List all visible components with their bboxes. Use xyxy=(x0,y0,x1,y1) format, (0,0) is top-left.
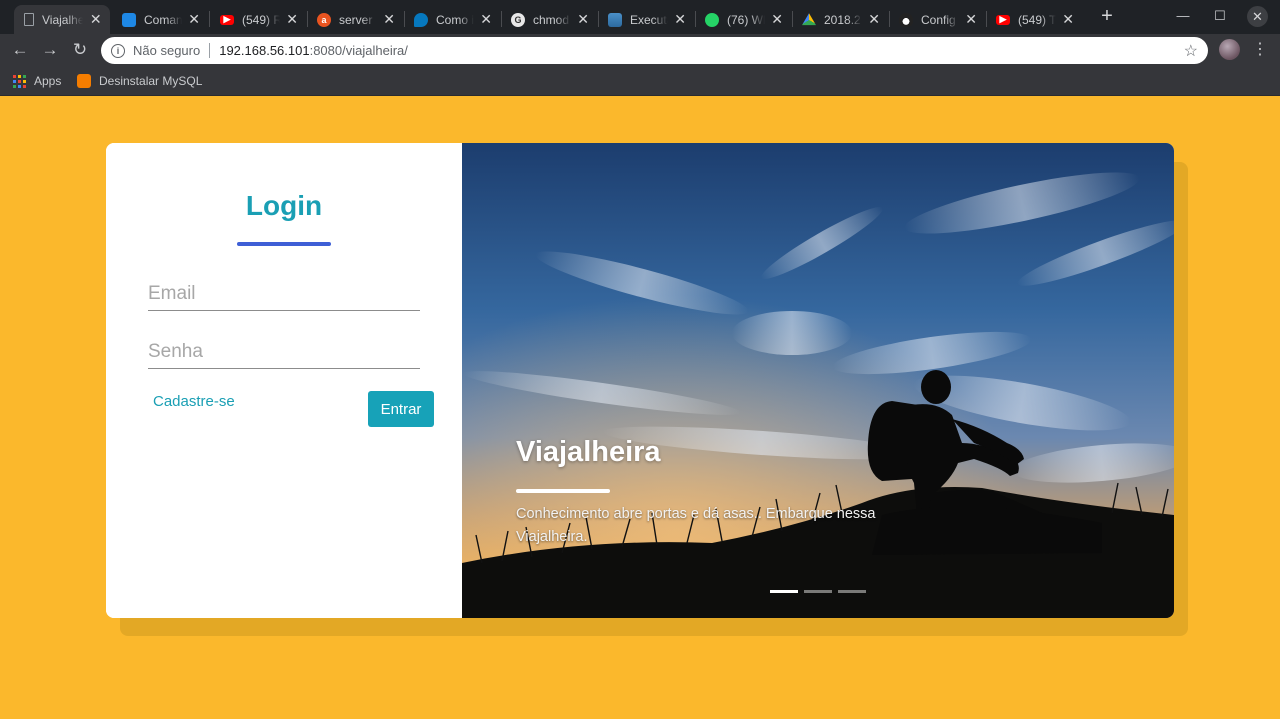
bookmark-label: Desinstalar MySQL xyxy=(99,74,203,88)
hero-title: Viajalheira xyxy=(516,436,661,468)
carousel-indicator[interactable] xyxy=(838,590,866,593)
tab-chmod[interactable]: G chmod ✕ xyxy=(501,5,597,34)
carousel-indicator[interactable] xyxy=(770,590,798,593)
tab-config[interactable]: Config ✕ xyxy=(889,5,985,34)
tab-viajalheira[interactable]: Viajalheira ✕ xyxy=(14,5,110,34)
bookmark-desinstalar-mysql[interactable]: Desinstalar MySQL xyxy=(77,72,202,90)
tab-title: 2018.2 xyxy=(824,12,861,27)
address-divider xyxy=(209,43,211,58)
tab-title: Config xyxy=(921,12,956,27)
login-title-underline xyxy=(237,242,331,246)
close-icon[interactable]: ✕ xyxy=(674,11,686,28)
tab-title: chmod xyxy=(533,12,570,27)
maximize-button[interactable]: ☐ xyxy=(1209,6,1231,26)
askubuntu-icon: a xyxy=(317,12,331,27)
tab-title: (549) T xyxy=(1018,12,1057,27)
close-icon[interactable]: ✕ xyxy=(965,11,977,28)
bookmark-star-icon[interactable]: ☆ xyxy=(1184,41,1198,61)
tab-title: Executa xyxy=(630,12,668,27)
tab-askubuntu[interactable]: a server ✕ xyxy=(307,5,403,34)
login-card: Login Cadastre-se Entrar xyxy=(106,143,1174,618)
tab-title: (76) Wh xyxy=(727,12,765,27)
url-host: 192.168.56.101 xyxy=(219,43,310,58)
linux-icon xyxy=(899,12,913,27)
tab-whatsapp[interactable]: (76) Wh ✕ xyxy=(695,5,791,34)
drupal-icon xyxy=(414,12,428,27)
hero-caption: Conhecimento abre portas e dá asas.. Emb… xyxy=(516,506,876,545)
security-label: Não seguro xyxy=(133,43,201,58)
login-title: Login xyxy=(245,190,323,221)
url-path: :8080/viajalheira/ xyxy=(309,43,408,58)
address-bar[interactable]: i Não seguro 192.168.56.101 :8080/viajal… xyxy=(101,37,1208,64)
close-icon[interactable]: ✕ xyxy=(188,11,200,28)
reload-button[interactable]: ↻ xyxy=(68,38,92,62)
tab-executa[interactable]: Executa ✕ xyxy=(598,5,694,34)
close-icon[interactable]: ✕ xyxy=(286,11,298,28)
bookmark-apps[interactable]: Apps xyxy=(13,72,61,90)
tab-drupal[interactable]: Como i ✕ xyxy=(404,5,500,34)
youtube-icon: ▶ xyxy=(996,14,1010,25)
hero-title-underline xyxy=(516,489,610,493)
profile-avatar[interactable] xyxy=(1219,39,1240,60)
close-icon[interactable]: ✕ xyxy=(383,11,395,28)
whatsapp-icon xyxy=(705,12,719,27)
bookmark-label: Apps xyxy=(34,74,62,88)
close-icon[interactable]: ✕ xyxy=(89,11,102,28)
info-icon[interactable]: i xyxy=(111,43,125,58)
tab-youtube-1[interactable]: ▶ (549) R ✕ xyxy=(210,5,306,34)
tab-title: server xyxy=(339,12,373,27)
window-close-button[interactable]: ✕ xyxy=(1247,6,1268,27)
register-link[interactable]: Cadastre-se xyxy=(153,393,235,410)
close-icon[interactable]: ✕ xyxy=(1062,11,1074,28)
hero-carousel: Viajalheira Conhecimento abre portas e d… xyxy=(462,143,1174,618)
tab-drive[interactable]: 2018.2 ✕ xyxy=(792,5,888,34)
new-tab-button[interactable]: + xyxy=(1097,5,1117,27)
tab-youtube-2[interactable]: ▶ (549) T ✕ xyxy=(986,5,1082,34)
tab-strip: Viajalheira ✕ Comandos ✕ ▶ (549) R ✕ a s… xyxy=(0,0,1280,34)
trello-icon xyxy=(122,12,136,27)
apps-grid-icon xyxy=(13,74,26,88)
g-icon: G xyxy=(511,12,525,27)
stack-icon xyxy=(608,12,622,27)
tab-title: Comandos xyxy=(144,12,183,27)
password-field[interactable] xyxy=(148,335,420,369)
close-icon[interactable]: ✕ xyxy=(771,11,783,28)
close-icon[interactable]: ✕ xyxy=(480,11,492,28)
close-icon[interactable]: ✕ xyxy=(577,11,589,28)
tab-title: Como i xyxy=(436,12,475,27)
tab-title: (549) R xyxy=(242,12,281,27)
login-button[interactable]: Entrar xyxy=(368,391,434,427)
carousel-indicators xyxy=(770,590,866,593)
minimize-button[interactable]: — xyxy=(1172,6,1194,26)
blogger-icon xyxy=(77,74,91,88)
browser-menu-icon[interactable]: ⋮ xyxy=(1252,38,1268,62)
login-panel: Login Cadastre-se Entrar xyxy=(106,143,462,618)
carousel-indicator[interactable] xyxy=(804,590,832,593)
drive-icon xyxy=(802,13,816,26)
email-field[interactable] xyxy=(148,277,420,311)
tab-title: Viajalheira xyxy=(42,12,84,27)
close-icon[interactable]: ✕ xyxy=(868,11,880,28)
tab-comandos[interactable]: Comandos ✕ xyxy=(112,5,208,34)
bookmarks-bar: Apps Desinstalar MySQL xyxy=(0,66,1280,96)
browser-toolbar: ← → ↻ i Não seguro 192.168.56.101 :8080/… xyxy=(0,34,1280,66)
youtube-icon: ▶ xyxy=(220,14,234,25)
page-icon xyxy=(24,13,34,26)
forward-button[interactable]: → xyxy=(38,38,62,62)
back-button[interactable]: ← xyxy=(8,38,32,62)
